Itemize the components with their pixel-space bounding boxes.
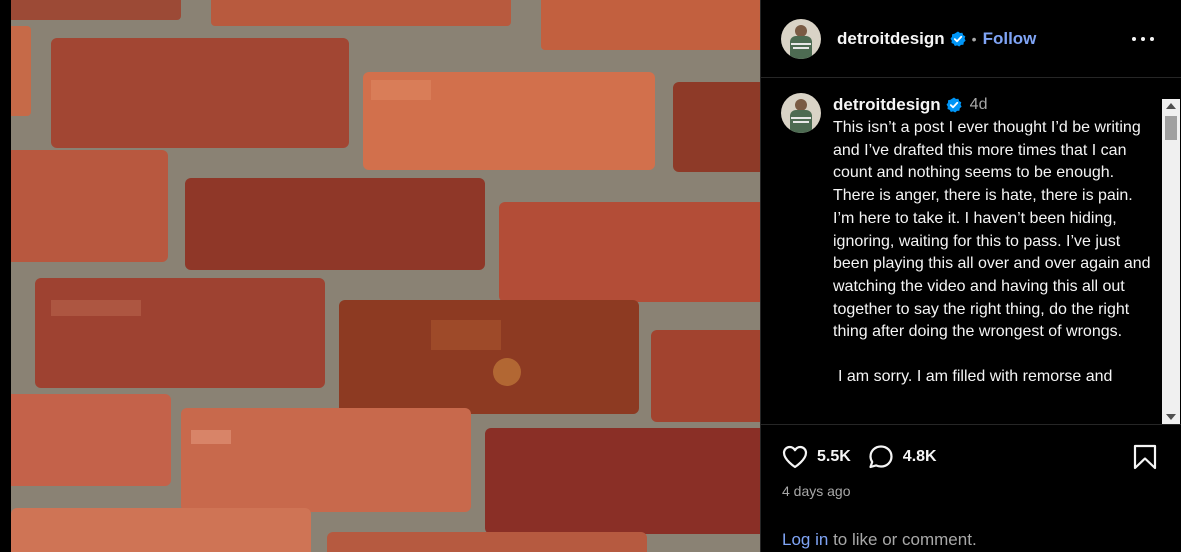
caption-time[interactable]: 4d	[970, 96, 988, 114]
bookmark-icon[interactable]	[1132, 443, 1158, 471]
caption-avatar[interactable]	[781, 93, 821, 133]
follow-button[interactable]: Follow	[983, 29, 1037, 49]
comments-area[interactable]: detroitdesign 4d This isn’t a post I eve…	[761, 79, 1181, 424]
scroll-thumb[interactable]	[1165, 116, 1177, 140]
avatar[interactable]	[781, 18, 821, 59]
post-image[interactable]	[11, 0, 760, 552]
header-username[interactable]: detroitdesign	[837, 29, 945, 49]
caption-paragraph: This isn’t a post I ever thought I’d be …	[833, 119, 1141, 182]
post-sidebar: detroitdesign • Follow detroitdesign 4d	[760, 0, 1181, 552]
login-prompt: Log in to like or comment.	[782, 530, 977, 550]
login-link[interactable]: Log in	[782, 530, 828, 549]
caption-paragraph: I am sorry. I am filled with remorse and	[838, 368, 1113, 386]
heart-icon[interactable]	[781, 443, 809, 471]
caption: detroitdesign 4d This isn’t a post I eve…	[781, 93, 1153, 389]
caption-paragraph: There is anger, there is hate, there is …	[833, 187, 1151, 341]
action-row: 5.5K 4.8K	[781, 443, 953, 471]
brick-wall-photo	[11, 0, 760, 552]
scroll-down-arrow-icon[interactable]	[1166, 414, 1176, 420]
scrollbar[interactable]	[1162, 99, 1180, 424]
caption-body: detroitdesign 4d This isn’t a post I eve…	[833, 93, 1153, 389]
likes-count[interactable]: 5.5K	[817, 448, 851, 466]
page-edge	[0, 0, 11, 552]
caption-header: detroitdesign 4d	[833, 93, 1153, 117]
verified-badge-icon	[950, 31, 966, 46]
more-options-icon[interactable]	[1132, 30, 1154, 48]
scroll-up-arrow-icon[interactable]	[1166, 103, 1176, 109]
post-actions: 5.5K 4.8K 4 days ago Log in to like or c…	[761, 424, 1181, 552]
verified-badge-icon	[946, 97, 962, 113]
separator-dot: •	[971, 30, 977, 47]
caption-text: This isn’t a post I ever thought I’d be …	[833, 117, 1153, 389]
post-header: detroitdesign • Follow	[761, 0, 1181, 78]
comments-count[interactable]: 4.8K	[903, 448, 937, 466]
login-text: to like or comment.	[833, 530, 977, 549]
posted-ago[interactable]: 4 days ago	[782, 483, 851, 499]
comment-icon[interactable]	[867, 443, 895, 471]
caption-username[interactable]: detroitdesign	[833, 95, 941, 115]
